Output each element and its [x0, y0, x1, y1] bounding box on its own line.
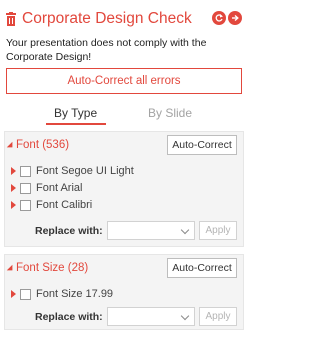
autocorrect-all-button[interactable]: Auto-Correct all errors: [6, 68, 242, 94]
group-title[interactable]: Font (536): [16, 139, 69, 151]
item-checkbox[interactable]: [20, 288, 31, 300]
replace-select[interactable]: [107, 221, 195, 240]
header: Corporate Design Check: [6, 8, 246, 30]
refresh-button[interactable]: [212, 11, 226, 25]
collapse-arrow-icon[interactable]: [6, 141, 16, 151]
expand-arrow-icon[interactable]: [11, 167, 16, 175]
tab-by-slide[interactable]: By Slide: [148, 106, 192, 120]
list-item: Font Arial: [9, 180, 209, 196]
item-label: Font Segoe UI Light: [36, 165, 134, 177]
compliance-message: Your presentation does not comply with t…: [6, 37, 207, 63]
replace-label: Replace with:: [35, 225, 103, 237]
font-size-group-panel: Font Size (28) Auto-Correct Font Size 17…: [4, 254, 244, 330]
list-item: Font Segoe UI Light: [9, 163, 209, 179]
chevron-down-icon: [180, 225, 190, 235]
tab-selected-indicator: [46, 123, 106, 125]
item-label: Font Size 17.99: [36, 288, 114, 300]
chevron-down-icon: [180, 311, 190, 321]
expand-arrow-icon[interactable]: [11, 290, 16, 298]
group-title[interactable]: Font Size (28): [16, 262, 88, 274]
item-checkbox[interactable]: [20, 165, 31, 177]
replace-row: Replace with: Apply: [5, 220, 243, 242]
list-item: Font Size 17.99: [9, 286, 209, 302]
apply-button[interactable]: Apply: [199, 221, 237, 240]
replace-select[interactable]: [107, 307, 195, 326]
autocorrect-button[interactable]: Auto-Correct: [167, 258, 237, 278]
font-group-header: Font (536) Auto-Correct: [5, 132, 243, 160]
trash-icon: [6, 12, 16, 26]
item-checkbox[interactable]: [20, 199, 31, 211]
forward-button[interactable]: [228, 11, 242, 25]
expand-arrow-icon[interactable]: [11, 201, 16, 209]
autocorrect-button[interactable]: Auto-Correct: [167, 135, 237, 155]
font-size-group-header: Font Size (28) Auto-Correct: [5, 255, 243, 283]
tab-by-type[interactable]: By Type: [54, 106, 97, 120]
apply-button[interactable]: Apply: [199, 307, 237, 326]
item-checkbox[interactable]: [20, 182, 31, 194]
item-label: Font Calibri: [36, 199, 93, 211]
collapse-arrow-icon[interactable]: [6, 264, 16, 274]
font-group-panel: Font (536) Auto-Correct Font Segoe UI Li…: [4, 131, 244, 247]
forward-icon: [232, 14, 239, 22]
panel-title: Corporate Design Check: [22, 10, 192, 27]
expand-arrow-icon[interactable]: [11, 184, 16, 192]
refresh-icon: [215, 14, 223, 22]
list-item: Font Calibri: [9, 197, 209, 213]
item-label: Font Arial: [36, 182, 83, 194]
replace-row: Replace with: Apply: [5, 306, 243, 328]
replace-label: Replace with:: [35, 311, 103, 323]
view-tabs: By Type By Slide: [6, 102, 242, 126]
